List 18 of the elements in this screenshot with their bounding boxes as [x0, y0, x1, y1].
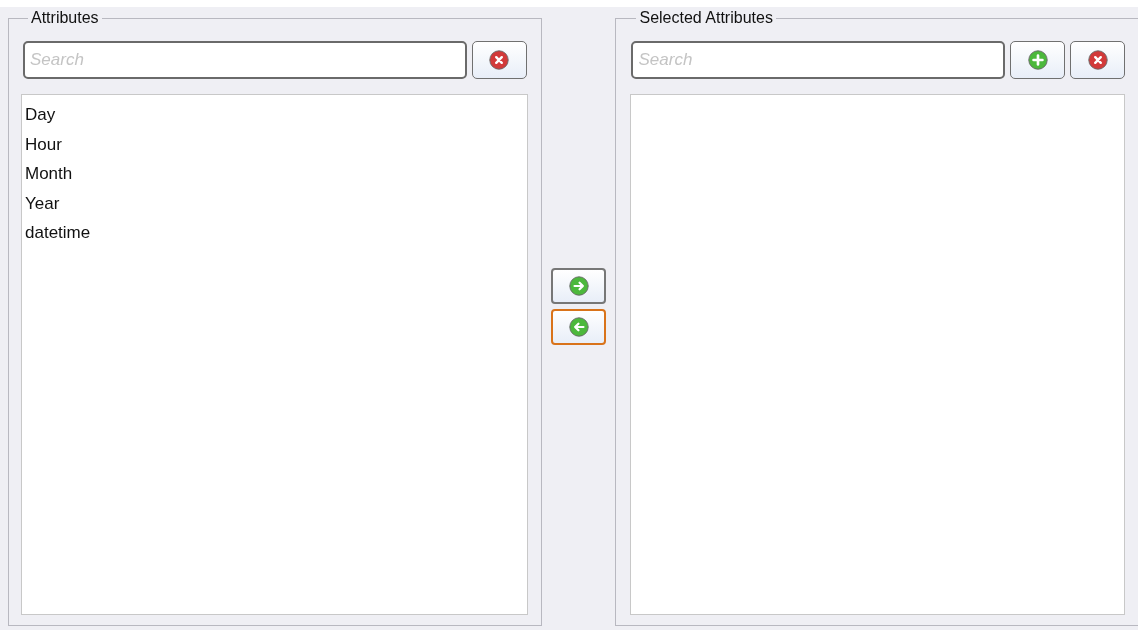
panel-title: Attributes: [30, 9, 100, 27]
list-item[interactable]: datetime: [22, 218, 527, 248]
move-right-button[interactable]: [551, 268, 606, 304]
panel-title: Selected Attributes: [638, 9, 774, 27]
attribute-list[interactable]: Day Hour Month Year datetime: [21, 94, 528, 615]
add-button[interactable]: [1010, 41, 1065, 79]
close-icon: [489, 50, 510, 70]
close-icon: [1087, 50, 1108, 70]
move-left-button[interactable]: [551, 309, 606, 345]
list-item[interactable]: Year: [22, 188, 527, 218]
search-field[interactable]: Search: [631, 41, 1005, 79]
search-field[interactable]: Search: [23, 41, 467, 79]
clear-button[interactable]: [471, 41, 527, 79]
plus-icon: [1027, 50, 1048, 70]
clear-button[interactable]: [1070, 41, 1125, 79]
list-item[interactable]: Month: [22, 159, 527, 189]
list-item[interactable]: Day: [22, 100, 527, 130]
list-item[interactable]: Hour: [22, 129, 527, 159]
